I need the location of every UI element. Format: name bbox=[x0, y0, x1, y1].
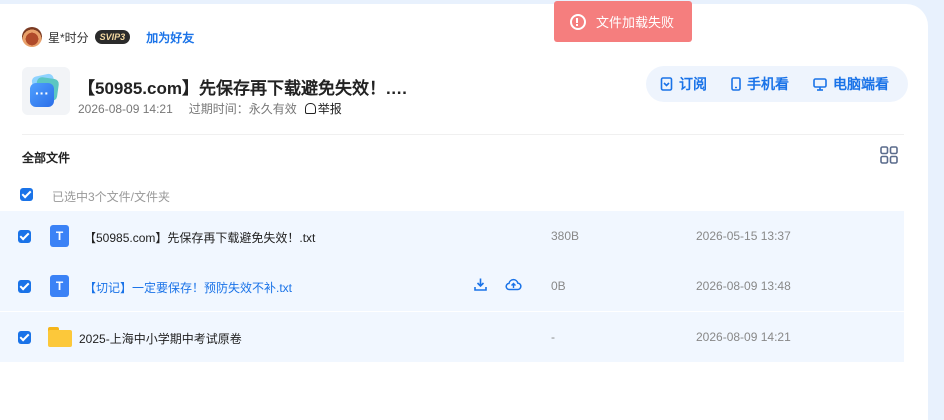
row-checkbox[interactable] bbox=[18, 230, 31, 243]
file-name[interactable]: 【50985.com】先保存再下载避免失效！.txt bbox=[84, 229, 315, 246]
bookmark-icon bbox=[660, 77, 673, 91]
toast-message: 文件加载失败 bbox=[596, 15, 675, 30]
share-expiry: 过期时间：永久有效 bbox=[188, 102, 297, 116]
grid-view-icon[interactable] bbox=[880, 146, 898, 164]
file-row[interactable]: T 【切记】一定要保存！预防失效不补.txt 0B 2026-08-09 13:… bbox=[0, 261, 904, 311]
sharer-name[interactable]: 星*时分 bbox=[48, 29, 89, 46]
save-to-cloud-icon[interactable] bbox=[505, 277, 522, 292]
phone-icon bbox=[731, 77, 741, 91]
txt-file-icon: T bbox=[50, 275, 69, 297]
file-date: 2026-08-09 13:48 bbox=[696, 279, 791, 293]
report-label: 举报 bbox=[317, 102, 342, 116]
download-icon[interactable] bbox=[473, 277, 488, 292]
file-row[interactable]: 2025-上海中小学期中考试原卷 - 2026-08-09 14:21 bbox=[0, 312, 904, 362]
share-meta: 2026-08-09 14:21 过期时间：永久有效 举报 bbox=[78, 100, 342, 117]
file-row[interactable]: T 【50985.com】先保存再下载避免失效！.txt 380B 2026-0… bbox=[0, 211, 904, 261]
report-icon bbox=[304, 103, 316, 114]
select-all-checkbox[interactable] bbox=[20, 188, 33, 201]
avatar[interactable] bbox=[22, 27, 42, 47]
file-size: 0B bbox=[551, 279, 566, 293]
sharer-info: 星*时分 SVIP3 加为好友 bbox=[22, 27, 194, 47]
subscribe-button[interactable]: 订阅 bbox=[660, 74, 707, 94]
share-date: 2026-08-09 14:21 bbox=[78, 101, 173, 116]
monitor-icon bbox=[813, 77, 827, 91]
file-size: 380B bbox=[551, 229, 580, 243]
folder-name[interactable]: 2025-上海中小学期中考试原卷 bbox=[79, 330, 242, 347]
error-icon bbox=[570, 13, 586, 30]
share-folder-icon: ··· bbox=[22, 67, 70, 115]
file-size: - bbox=[551, 330, 555, 344]
share-action-bar: 订阅 手机看 电脑端看 bbox=[646, 66, 908, 102]
add-friend-link[interactable]: 加为好友 bbox=[146, 29, 194, 46]
folder-icon bbox=[48, 327, 72, 347]
all-files-title: 全部文件 bbox=[22, 151, 71, 165]
selection-count: 已选中3个文件/文件夹 bbox=[52, 190, 171, 204]
error-toast: 文件加载失败 bbox=[554, 1, 692, 42]
file-date: 2026-05-15 13:37 bbox=[696, 229, 791, 243]
share-title: 【50985.com】先保存再下载避免失效！.… bbox=[78, 79, 408, 98]
txt-file-icon: T bbox=[50, 225, 69, 247]
page-background-strip bbox=[928, 0, 944, 420]
pc-view-button[interactable]: 电脑端看 bbox=[813, 74, 889, 94]
row-checkbox[interactable] bbox=[18, 331, 31, 344]
file-date: 2026-08-09 14:21 bbox=[696, 330, 791, 344]
file-name[interactable]: 【切记】一定要保存！预防失效不补.txt bbox=[84, 279, 292, 296]
row-checkbox[interactable] bbox=[18, 280, 31, 293]
vip-badge: SVIP3 bbox=[94, 30, 131, 44]
header-divider bbox=[22, 134, 904, 135]
report-button[interactable]: 举报 bbox=[304, 100, 342, 117]
mobile-view-button[interactable]: 手机看 bbox=[731, 74, 789, 94]
